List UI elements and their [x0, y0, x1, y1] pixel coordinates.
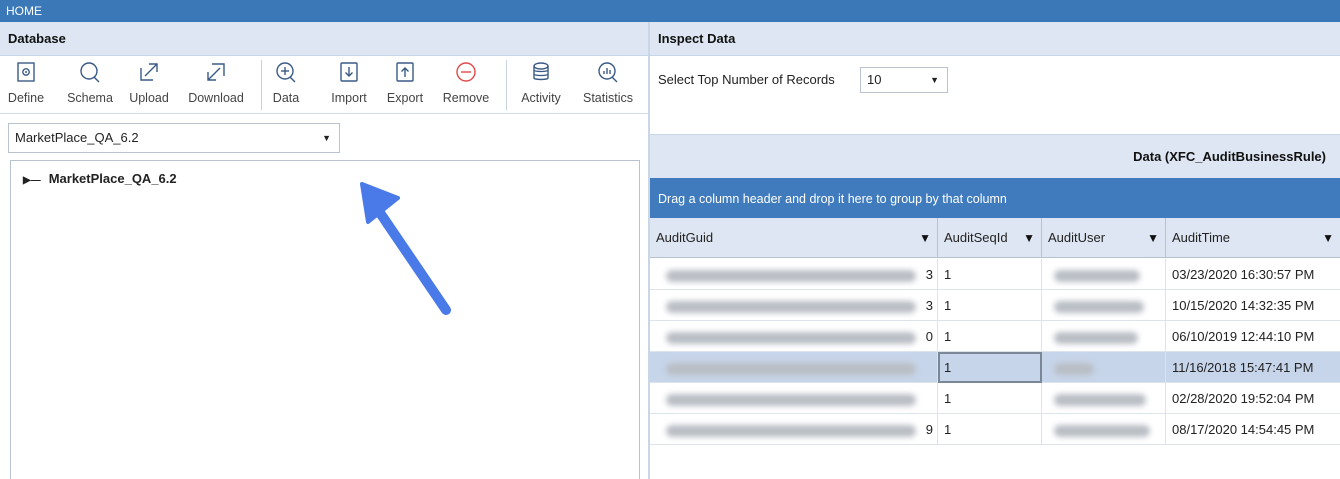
define-label: Define	[7, 91, 45, 105]
remove-label: Remove	[442, 91, 490, 105]
define-icon	[17, 62, 35, 82]
top-records-value: 10	[867, 72, 882, 87]
tree-node-label: MarketPlace_QA_6.2	[48, 171, 177, 186]
inspect-data-panel: Inspect Data Select Top Number of Record…	[650, 22, 1340, 479]
cell-audittime[interactable]: 11/16/2018 15:47:41 PM	[1166, 352, 1340, 383]
top-records-label: Select Top Number of Records	[658, 72, 835, 87]
activity-label: Activity	[521, 91, 561, 105]
cell-auditguid[interactable]: 3	[650, 290, 938, 321]
activity-icon	[533, 62, 549, 81]
database-select[interactable]: MarketPlace_QA_6.2 ▼	[8, 123, 340, 153]
column-header-label: AuditGuid	[656, 230, 714, 245]
upload-button[interactable]: Upload	[122, 56, 176, 114]
schema-button[interactable]: Schema	[62, 56, 118, 114]
cell-auditguid[interactable]: 0	[650, 321, 938, 352]
import-button[interactable]: Import	[322, 56, 376, 114]
table-row[interactable]: 3 1 03/23/2020 16:30:57 PM	[650, 259, 1340, 290]
database-toolbar: Define Schema Upload Download Data Impor…	[0, 56, 648, 114]
export-label: Export	[386, 91, 424, 105]
filter-icon[interactable]: ▼	[1322, 218, 1334, 258]
activity-button[interactable]: Activity	[512, 56, 570, 114]
column-header-auditseqid[interactable]: AuditSeqId ▼	[938, 218, 1042, 258]
window-title-bar: HOME	[0, 0, 1340, 22]
statistics-button[interactable]: Statistics	[572, 56, 644, 114]
cell-audituser[interactable]	[1042, 383, 1166, 414]
cell-auditseqid[interactable]: 1	[938, 290, 1042, 321]
cell-auditseqid[interactable]: 1	[938, 321, 1042, 352]
remove-icon	[456, 62, 476, 82]
cell-audituser[interactable]	[1042, 321, 1166, 352]
annotation-arrow-icon	[360, 182, 451, 315]
inspect-panel-header: Inspect Data	[650, 22, 1340, 56]
download-icon	[207, 63, 225, 81]
database-tree: ▶— MarketPlace_QA_6.2	[10, 160, 640, 479]
import-label: Import	[331, 91, 367, 105]
top-records-select[interactable]: 10 ▼	[860, 67, 948, 93]
cell-audittime[interactable]: 03/23/2020 16:30:57 PM	[1166, 259, 1340, 290]
column-header-audittime[interactable]: AuditTime ▼	[1166, 218, 1340, 258]
filter-icon[interactable]: ▼	[1147, 218, 1159, 258]
filter-icon[interactable]: ▼	[1023, 218, 1035, 258]
table-row[interactable]: 3 1 10/15/2020 14:32:35 PM	[650, 290, 1340, 321]
cell-audittime[interactable]: 06/10/2019 12:44:10 PM	[1166, 321, 1340, 352]
table-row[interactable]: 1 02/28/2020 19:52:04 PM	[650, 383, 1340, 414]
data-button[interactable]: Data	[266, 56, 306, 114]
import-icon	[340, 62, 358, 82]
window-title: HOME	[6, 4, 42, 18]
chevron-down-icon: ▼	[930, 75, 939, 85]
cell-auditseqid[interactable]: 1	[938, 414, 1042, 445]
cell-audituser[interactable]	[1042, 352, 1166, 383]
cell-auditguid[interactable]: 9	[650, 414, 938, 445]
statistics-label: Statistics	[582, 91, 633, 105]
cell-auditguid[interactable]	[650, 352, 938, 383]
database-select-value: MarketPlace_QA_6.2	[15, 130, 139, 145]
tree-node-root[interactable]: ▶— MarketPlace_QA_6.2	[23, 171, 177, 186]
column-header-audituser[interactable]: AuditUser ▼	[1042, 218, 1166, 258]
data-label: Data	[272, 91, 300, 105]
upload-icon	[140, 63, 158, 81]
cell-auditseqid[interactable]: 1	[938, 259, 1042, 290]
upload-label: Upload	[129, 91, 169, 105]
statistics-icon	[598, 62, 618, 83]
cell-audituser[interactable]	[1042, 259, 1166, 290]
cell-audittime[interactable]: 10/15/2020 14:32:35 PM	[1166, 290, 1340, 321]
database-panel-header: Database	[0, 22, 648, 56]
cell-auditguid[interactable]	[650, 383, 938, 414]
export-button[interactable]: Export	[380, 56, 430, 114]
table-row[interactable]: 0 1 06/10/2019 12:44:10 PM	[650, 321, 1340, 352]
table-row[interactable]: 9 1 08/17/2020 14:54:45 PM	[650, 414, 1340, 445]
column-header-auditguid[interactable]: AuditGuid ▼	[650, 218, 938, 258]
toolbar-separator	[261, 60, 262, 110]
cell-auditguid[interactable]: 3	[650, 259, 938, 290]
cell-audittime[interactable]: 02/28/2020 19:52:04 PM	[1166, 383, 1340, 414]
cell-audituser[interactable]	[1042, 290, 1166, 321]
download-label: Download	[188, 91, 244, 105]
group-by-drop-area[interactable]: Drag a column header and drop it here to…	[650, 178, 1340, 218]
cell-auditseqid-selected[interactable]: 1	[938, 352, 1042, 383]
schema-icon	[80, 62, 100, 83]
download-button[interactable]: Download	[180, 56, 252, 114]
filter-icon[interactable]: ▼	[919, 218, 931, 258]
column-header-label: AuditSeqId	[944, 230, 1008, 245]
expand-triangle-icon[interactable]: ▶—	[23, 175, 41, 186]
table-row-selected[interactable]: 1 11/16/2018 15:47:41 PM	[650, 352, 1340, 383]
zoom-in-icon	[276, 62, 296, 83]
toolbar-separator	[506, 60, 507, 110]
schema-label: Schema	[67, 91, 113, 105]
data-table-title: Data (XFC_AuditBusinessRule)	[650, 134, 1340, 178]
cell-audittime[interactable]: 08/17/2020 14:54:45 PM	[1166, 414, 1340, 445]
define-button[interactable]: Define	[4, 56, 48, 114]
database-panel: Database Define Schema Upload Download D…	[0, 22, 648, 479]
grid-header: AuditGuid ▼ AuditSeqId ▼ AuditUser ▼ Aud…	[650, 218, 1340, 258]
cell-audituser[interactable]	[1042, 414, 1166, 445]
column-header-label: AuditTime	[1172, 230, 1231, 245]
column-header-label: AuditUser	[1048, 230, 1106, 245]
cell-auditseqid[interactable]: 1	[938, 383, 1042, 414]
chevron-down-icon: ▼	[322, 133, 331, 143]
export-icon	[396, 62, 414, 82]
remove-button[interactable]: Remove	[434, 56, 498, 114]
